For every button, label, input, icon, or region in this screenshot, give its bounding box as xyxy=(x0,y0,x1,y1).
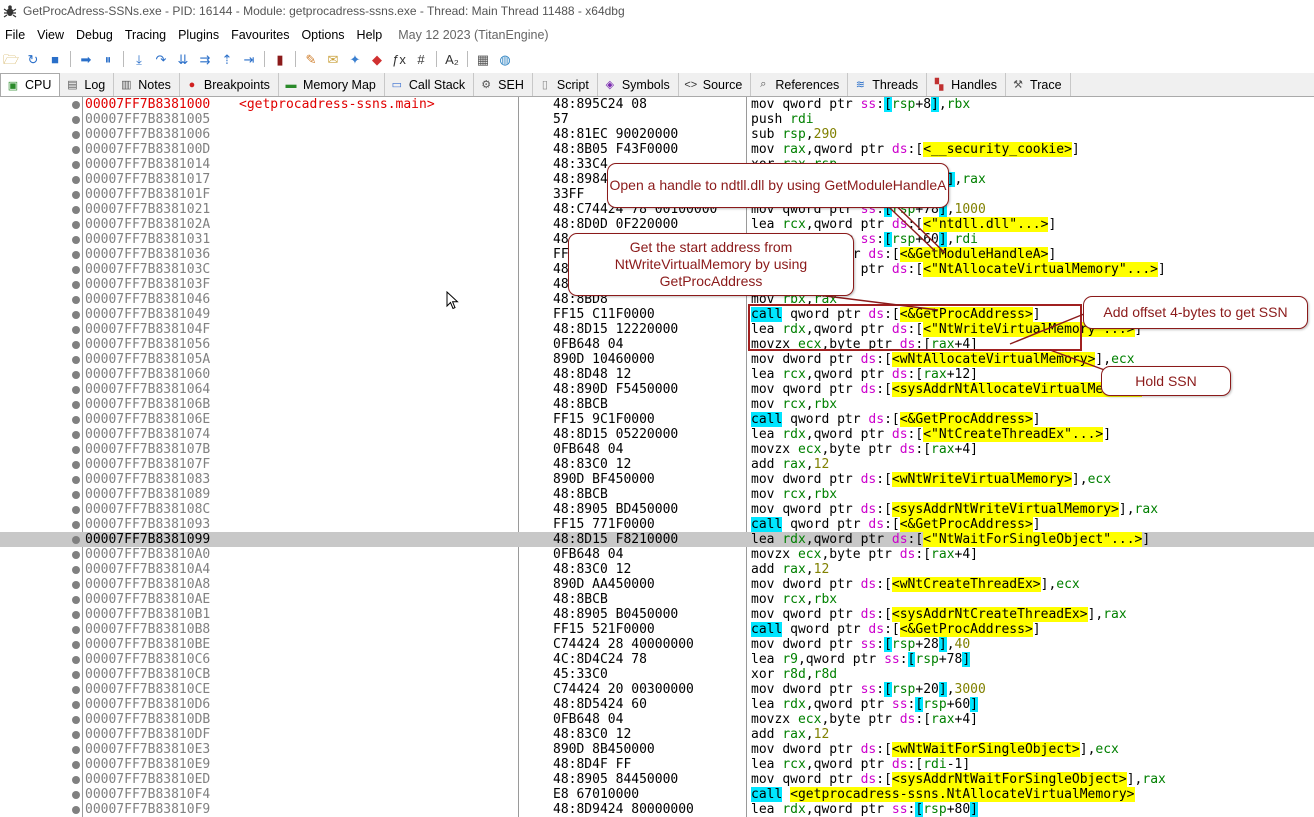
tab-bar: ▣ CPU ▤ Log ▥ Notes ● Breakpoints ▬ Memory Map ▭ Ca… xyxy=(0,73,1314,97)
threads-icon: ≋ xyxy=(855,79,865,91)
tab-references[interactable]: ⌕ References xyxy=(751,73,849,96)
callout-arrow xyxy=(1049,349,1111,373)
window-title: GetProcAdress-SSNs.exe - PID: 16144 - Mo… xyxy=(23,4,625,18)
tab-label: Breakpoints xyxy=(203,77,270,92)
tab-log[interactable]: ▤ Log xyxy=(60,73,115,96)
disassembly-view[interactable]: 00007FF7B8381000 <getprocadress-ssns.main… xyxy=(0,97,1314,817)
execute-till-return-icon[interactable]: ⇡ xyxy=(218,50,236,68)
stop-icon[interactable]: ■ xyxy=(46,50,64,68)
tab-label: Memory Map xyxy=(302,77,376,92)
menu-plugins[interactable]: Plugins xyxy=(173,28,226,42)
tab-label: Script xyxy=(556,77,589,92)
menu-debug[interactable]: Debug xyxy=(71,28,120,42)
step-into-icon[interactable]: ⤓ xyxy=(130,50,148,68)
patch-icon[interactable]: ✎ xyxy=(302,50,320,68)
references-icon: ⌕ xyxy=(760,78,767,90)
source-icon: <> xyxy=(684,78,698,91)
trace-icon: ⚒ xyxy=(1013,79,1023,91)
tab-label: SEH xyxy=(498,77,524,92)
mouse-cursor-icon xyxy=(446,291,459,310)
menu-bar: File View Debug Tracing Plugins Favourites Opt… xyxy=(0,25,556,45)
notes-icon: ▥ xyxy=(121,79,132,91)
step-over-icon[interactable]: ↷ xyxy=(152,50,170,68)
toolbar-separator xyxy=(295,51,296,67)
tab-label: Notes xyxy=(138,77,171,92)
symbols-icon: ◈ xyxy=(605,79,615,91)
toolbar-separator xyxy=(467,51,468,67)
tab-cpu[interactable]: ▣ CPU xyxy=(0,73,61,96)
menu-options[interactable]: Options xyxy=(296,28,351,42)
globe-icon[interactable]: ◍ xyxy=(496,50,514,68)
run-icon[interactable]: ➡ xyxy=(77,50,95,68)
bug-icon xyxy=(3,5,17,18)
toolbar: 🗁 ↻ ■ ➡ ⏸ ⤓ ↷ ⇊ ⇉ ⇡ ⇥ ▮ ✎ ✉ ✦ ◆ ƒx # A₂ ▦ ◍ xyxy=(0,48,1314,70)
tab-label: Call Stack xyxy=(408,77,466,92)
callout-hold-ssn: Hold SSN xyxy=(1101,366,1231,396)
callout-proc-address: Get the start address from NtWriteVirtua… xyxy=(568,233,854,296)
tab-threads[interactable]: ≋ Threads xyxy=(848,73,928,96)
strings-icon[interactable]: A₂ xyxy=(443,50,461,68)
script-icon: ▯ xyxy=(541,79,548,91)
tab-breakpoints[interactable]: ● Breakpoints xyxy=(180,73,279,96)
tab-memory-map[interactable]: ▬ Memory Map xyxy=(279,73,385,96)
toolbar-separator xyxy=(123,51,124,67)
open-icon[interactable]: 🗁 xyxy=(2,50,20,68)
callout-offset: Add offset 4-bytes to get SSN xyxy=(1083,296,1308,329)
callout-module-handle: Open a handle to ndtll.dll by using GetM… xyxy=(607,163,949,208)
menu-view[interactable]: View xyxy=(32,28,71,42)
tab-trace[interactable]: ⚒ Trace xyxy=(1006,73,1071,96)
restart-icon[interactable]: ↻ xyxy=(24,50,42,68)
menu-favourites[interactable]: Favourites xyxy=(226,28,296,42)
label-icon[interactable]: ✦ xyxy=(346,50,364,68)
comment-icon[interactable]: ✉ xyxy=(324,50,342,68)
tab-handles[interactable]: ▚ Handles xyxy=(927,73,1007,96)
trace-into-icon[interactable]: ⇊ xyxy=(174,50,192,68)
tab-script[interactable]: ▯ Script xyxy=(533,73,598,96)
tab-label: Trace xyxy=(1030,77,1062,92)
tab-seh[interactable]: ⚙ SEH xyxy=(474,73,533,96)
handles-icon: ▚ xyxy=(934,79,944,91)
memory-map-icon: ▬ xyxy=(285,78,297,91)
call-stack-icon: ▭ xyxy=(391,79,403,91)
bookmark-icon[interactable]: ◆ xyxy=(368,50,386,68)
pause-icon[interactable]: ⏸ xyxy=(99,50,117,68)
toolbar-separator xyxy=(264,51,265,67)
callout-arrow xyxy=(1009,313,1085,345)
seh-icon: ⚙ xyxy=(481,79,492,91)
toolbar-separator xyxy=(436,51,437,67)
cpu-icon: ▣ xyxy=(7,79,19,92)
run-to-user-code-icon[interactable]: ⇥ xyxy=(240,50,258,68)
tab-source[interactable]: <> Source xyxy=(679,73,752,96)
toolbar-separator xyxy=(70,51,71,67)
menu-help[interactable]: Help xyxy=(352,28,390,42)
tab-label: CPU xyxy=(25,78,52,92)
breakpoint-icon: ● xyxy=(188,78,196,91)
build-date: May 12 2023 (TitanEngine) xyxy=(398,28,549,42)
menu-file[interactable]: File xyxy=(0,28,32,42)
tab-notes[interactable]: ▥ Notes xyxy=(114,73,180,96)
menu-tracing[interactable]: Tracing xyxy=(120,28,173,42)
scylla-icon[interactable]: ▮ xyxy=(271,50,289,68)
tab-label: Symbols xyxy=(621,77,670,92)
trace-over-icon[interactable]: ⇉ xyxy=(196,50,214,68)
log-icon: ▤ xyxy=(67,79,78,91)
tab-label: Handles xyxy=(951,77,998,92)
hash-icon[interactable]: # xyxy=(412,50,430,68)
tab-label: Source xyxy=(702,77,743,92)
tab-label: References xyxy=(775,77,840,92)
function-icon[interactable]: ƒx xyxy=(390,50,408,68)
title-bar: GetProcAdress-SSNs.exe - PID: 16144 - Mo… xyxy=(0,0,1314,22)
tab-symbols[interactable]: ◈ Symbols xyxy=(598,73,679,96)
tab-label: Log xyxy=(84,77,106,92)
tab-label: Threads xyxy=(872,77,919,92)
tab-call-stack[interactable]: ▭ Call Stack xyxy=(385,73,475,96)
calculator-icon[interactable]: ▦ xyxy=(474,50,492,68)
